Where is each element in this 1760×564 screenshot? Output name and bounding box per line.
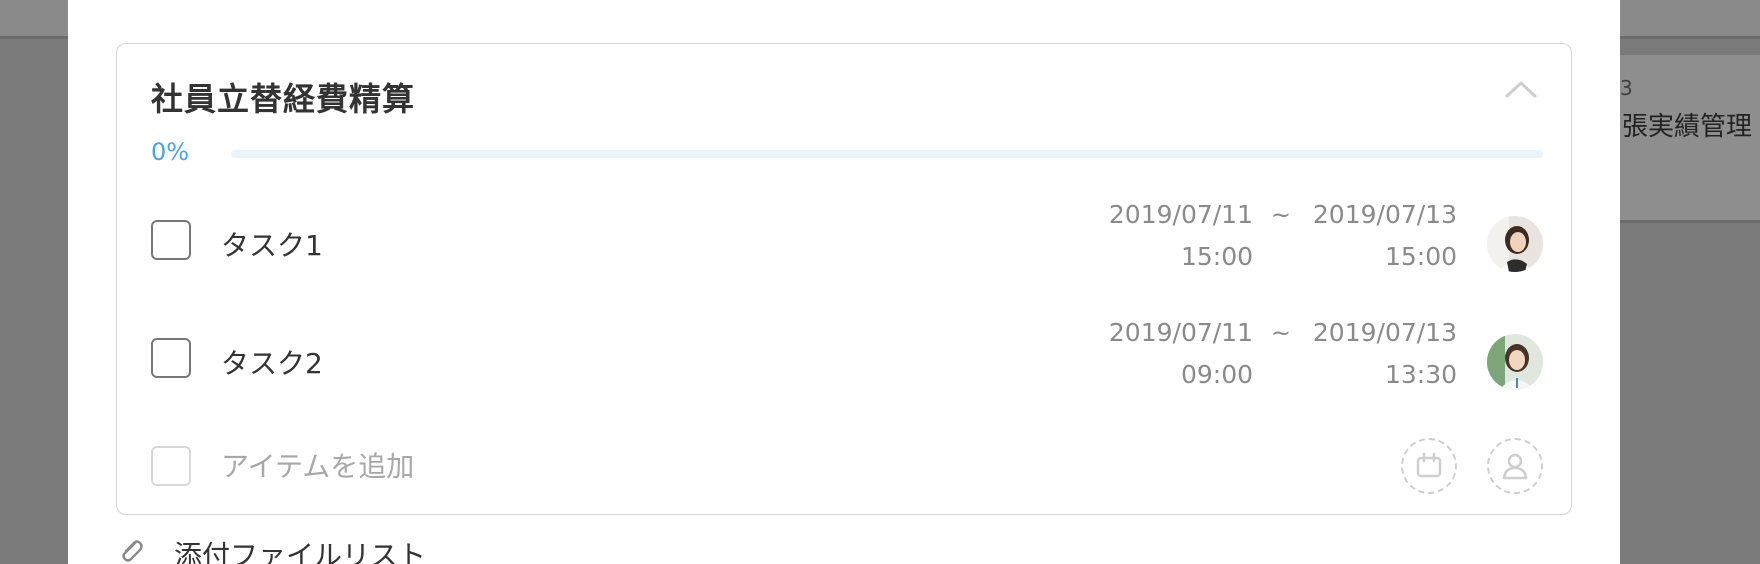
end-datetime[interactable]: 2019/07/13 13:30 bbox=[1313, 312, 1457, 396]
start-time: 09:00 bbox=[1180, 360, 1253, 389]
background-card-divider bbox=[1600, 220, 1760, 223]
start-date: 2019/07/11 bbox=[1108, 200, 1253, 229]
task-label[interactable]: タスク2 bbox=[221, 342, 323, 382]
task-checkbox[interactable] bbox=[151, 220, 191, 260]
chevron-up-icon bbox=[1505, 81, 1537, 98]
attachments-title: 添付ファイルリスト bbox=[174, 539, 427, 564]
date-separator: ~ bbox=[1270, 319, 1291, 347]
start-time: 15:00 bbox=[1180, 242, 1253, 271]
set-assignee-button[interactable] bbox=[1487, 438, 1543, 494]
checklist-title: 社員立替経費精算 bbox=[151, 80, 416, 118]
start-datetime[interactable]: 2019/07/11 15:00 bbox=[1109, 194, 1253, 278]
attachments-section: 添付ファイルリスト bbox=[116, 534, 716, 564]
progress-percent: 0% bbox=[151, 138, 190, 166]
user-icon bbox=[1502, 453, 1528, 480]
task-checkbox[interactable] bbox=[151, 338, 191, 378]
checklist-item: タスク2 2019/07/11 09:00 ~ 2019/07/13 13:30 bbox=[151, 312, 1543, 402]
calendar-icon bbox=[1416, 452, 1442, 478]
background-card-title: 張実績管理 bbox=[1622, 112, 1753, 142]
assignee-avatar[interactable] bbox=[1487, 216, 1543, 272]
assignee-avatar[interactable] bbox=[1487, 334, 1543, 390]
collapse-button[interactable] bbox=[1501, 74, 1541, 104]
add-item-input[interactable] bbox=[221, 444, 1121, 488]
start-datetime[interactable]: 2019/07/11 09:00 bbox=[1109, 312, 1253, 396]
end-date: 2019/07/13 bbox=[1312, 200, 1457, 229]
set-date-button[interactable] bbox=[1401, 438, 1457, 494]
task-label[interactable]: タスク1 bbox=[221, 224, 323, 264]
end-time: 13:30 bbox=[1384, 360, 1457, 389]
add-item-checkbox bbox=[151, 446, 191, 486]
avatar-image bbox=[1487, 334, 1543, 390]
avatar-image bbox=[1487, 216, 1543, 272]
checklist-panel: 社員立替経費精算 0% タスク1 2019/07/11 15:00 ~ 2019… bbox=[116, 43, 1572, 515]
end-date: 2019/07/13 bbox=[1312, 318, 1457, 347]
progress-bar bbox=[231, 150, 1543, 158]
checklist-item: タスク1 2019/07/11 15:00 ~ 2019/07/13 15:00 bbox=[151, 194, 1543, 284]
end-datetime[interactable]: 2019/07/13 15:00 bbox=[1313, 194, 1457, 278]
progress-row: 0% bbox=[151, 138, 1543, 168]
end-time: 15:00 bbox=[1384, 242, 1457, 271]
add-item-row bbox=[151, 436, 1543, 496]
paperclip-icon bbox=[122, 540, 143, 562]
background-card-number: 3 bbox=[1620, 76, 1633, 100]
date-separator: ~ bbox=[1270, 201, 1291, 229]
start-date: 2019/07/11 bbox=[1108, 318, 1253, 347]
